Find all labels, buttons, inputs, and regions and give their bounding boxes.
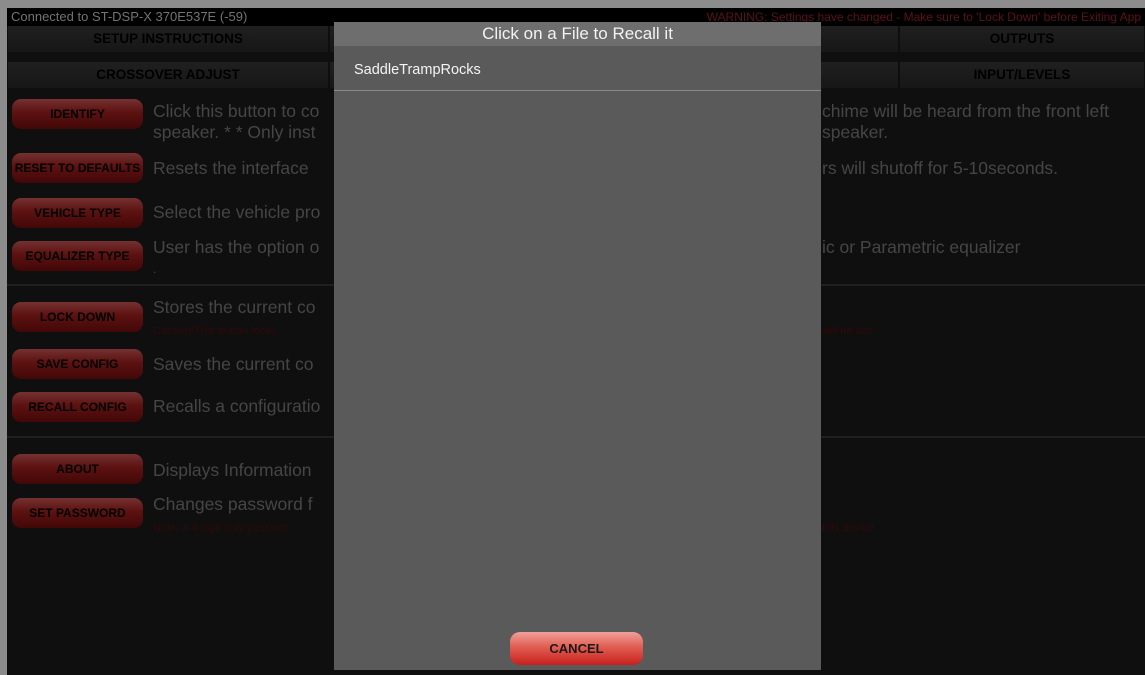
file-list-item[interactable]: SaddleTrampRocks: [334, 56, 821, 90]
recall-file-dialog: Click on a File to Recall it SaddleTramp…: [334, 22, 821, 670]
file-name: SaddleTrampRocks: [354, 62, 481, 78]
cancel-button[interactable]: CANCEL: [510, 632, 643, 665]
list-divider: [334, 90, 821, 91]
dialog-title: Click on a File to Recall it: [334, 22, 821, 46]
